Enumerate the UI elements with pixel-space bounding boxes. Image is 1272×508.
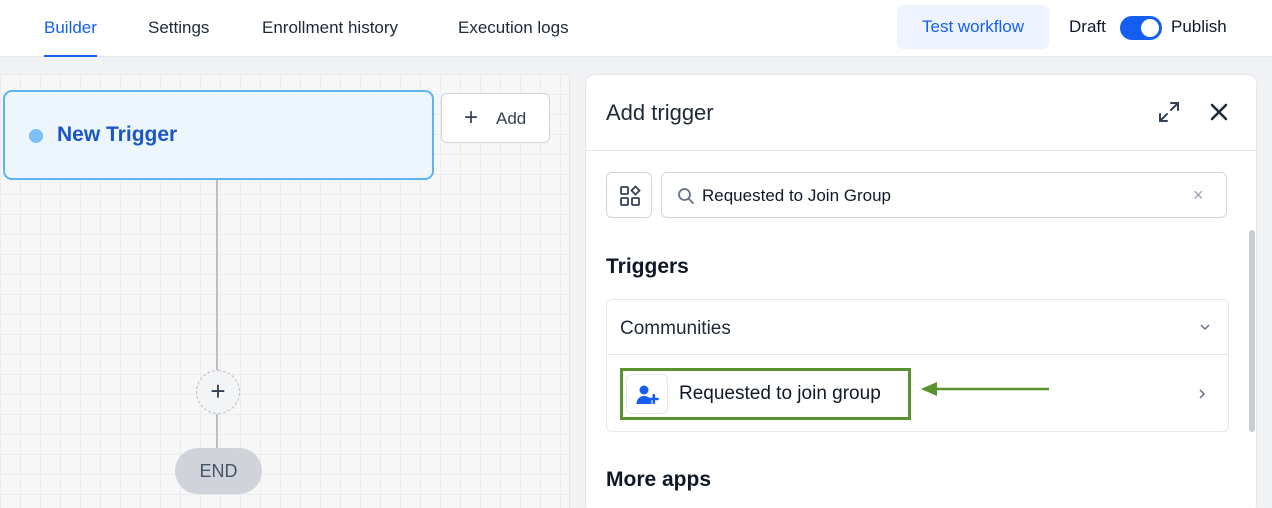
close-icon[interactable] xyxy=(1207,100,1231,124)
panel-title: Add trigger xyxy=(606,100,714,125)
apps-grid-icon xyxy=(620,185,641,206)
chevron-right-icon xyxy=(1199,389,1206,399)
communities-group: Communities Requested to join group xyxy=(606,299,1229,432)
add-button[interactable]: + Add xyxy=(441,93,550,143)
group-title: Communities xyxy=(620,318,731,339)
trigger-item-label: Requested to join group xyxy=(679,383,881,404)
end-node: END xyxy=(175,448,262,494)
app-grid-button[interactable] xyxy=(606,172,652,218)
tab-settings[interactable]: Settings xyxy=(148,0,209,57)
triggers-heading: Triggers xyxy=(606,255,689,278)
toggle-knob xyxy=(1141,19,1159,37)
user-add-icon xyxy=(626,374,668,414)
add-step-button[interactable]: + xyxy=(196,370,240,414)
tab-builder[interactable]: Builder xyxy=(44,0,97,57)
publish-toggle[interactable] xyxy=(1120,16,1162,40)
clear-search-icon[interactable]: × xyxy=(1193,185,1204,206)
search-box: × xyxy=(661,172,1227,218)
test-workflow-button[interactable]: Test workflow xyxy=(897,5,1049,49)
plus-icon: + xyxy=(464,104,479,131)
communities-group-header[interactable]: Communities xyxy=(607,300,1228,355)
plus-icon: + xyxy=(210,376,226,406)
divider xyxy=(586,150,1256,151)
connector-line xyxy=(216,180,218,370)
more-apps-heading: More apps xyxy=(606,468,712,491)
connector-line xyxy=(216,414,218,448)
add-trigger-panel: Add trigger × Triggers Communities xyxy=(585,74,1257,508)
top-nav-bar: Builder Settings Enrollment history Exec… xyxy=(0,0,1272,57)
new-trigger-node[interactable]: New Trigger xyxy=(3,90,434,180)
trigger-node-label: New Trigger xyxy=(57,123,178,146)
scrollbar-thumb[interactable] xyxy=(1249,230,1255,432)
chevron-down-icon xyxy=(1200,324,1210,331)
tab-enrollment-history[interactable]: Enrollment history xyxy=(262,0,398,57)
tab-execution-logs[interactable]: Execution logs xyxy=(458,0,569,57)
expand-icon[interactable] xyxy=(1157,100,1181,124)
publish-label: Publish xyxy=(1171,17,1227,36)
add-button-label: Add xyxy=(496,109,527,128)
search-input[interactable] xyxy=(702,183,1182,209)
trigger-item-requested-to-join-group[interactable]: Requested to join group xyxy=(607,356,1228,432)
search-icon xyxy=(678,188,694,204)
draft-label: Draft xyxy=(1069,17,1106,36)
status-dot xyxy=(29,129,43,143)
arrow-annotation-icon xyxy=(921,382,1049,396)
